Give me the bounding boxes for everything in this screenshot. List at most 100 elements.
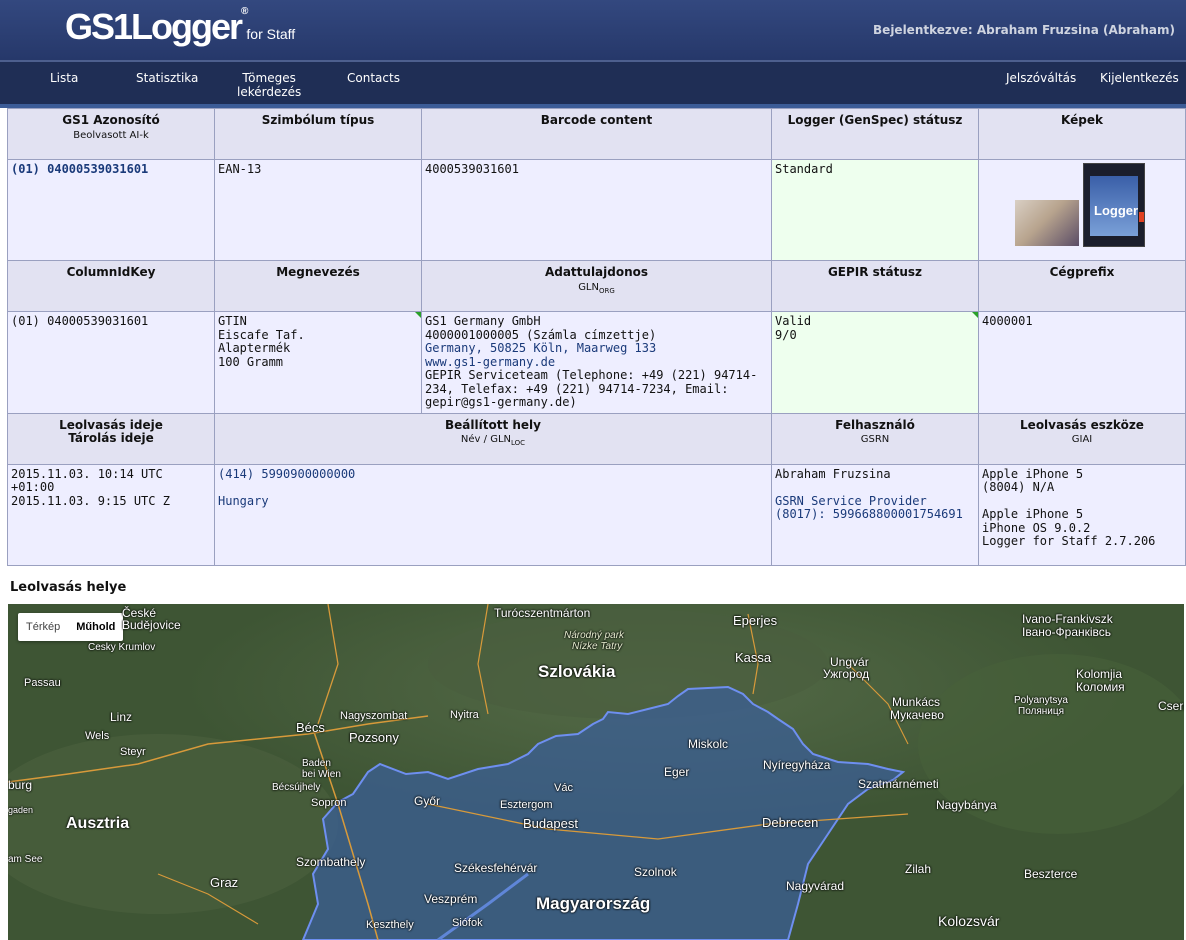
col-adattulajdonos: Adattulajdonos GLNORG	[421, 260, 772, 312]
nev-gln-text: Név / GLN	[460, 434, 511, 445]
device-line-5: iPhone OS 9.0.2	[982, 520, 1091, 535]
map-label-szolnok: Szolnok	[634, 865, 677, 879]
gs1-id-link[interactable]: (01) 04000539031601	[11, 162, 148, 176]
data-row-3: 2015.11.03. 10:14 UTC +01:00 2015.11.03. …	[7, 463, 1186, 566]
nav-statisztika[interactable]: Statisztika	[136, 71, 198, 85]
map-type-control: Térkép Műhold	[18, 613, 124, 641]
gepir-status-cell[interactable]: Valid 9/0	[771, 311, 979, 414]
map-label-polyanytsya-cyrillic: Поляниця	[1018, 706, 1065, 717]
barcode-cell: 4000539031601	[421, 159, 772, 261]
nav-kijelentkezes[interactable]: Kijelentkezés	[1100, 71, 1179, 85]
owner-address-link[interactable]: Germany, 50825 Köln, Maarweg 133	[425, 341, 656, 355]
nav-lista[interactable]: Lista	[50, 71, 78, 85]
map-label-eger: Eger	[664, 765, 690, 779]
map-label-amsee: am See	[8, 854, 43, 865]
owner-name: GS1 Germany GmbH	[425, 314, 541, 328]
beallitott-hely-label: Beállított hely	[445, 417, 541, 432]
location-gln-link[interactable]: (414) 5990900000000	[218, 467, 355, 481]
megnevezes-line-2: Eiscafe Taf.	[218, 327, 305, 342]
scan-time: 2015.11.03. 10:14 UTC +01:00	[11, 466, 163, 494]
user-cell: Abraham Fruzsina GSRN Service Provider (8…	[771, 463, 979, 566]
map-label-wels: Wels	[85, 730, 110, 742]
map-label-ivano-cyrillic: Івано-Франківсь	[1022, 625, 1112, 639]
col-logger-status: Logger (GenSpec) státusz	[771, 108, 979, 160]
nav-tomeges-lekerdezes[interactable]: Tömeges lekérdezés	[237, 71, 301, 99]
col-gs1-azonosito: GS1 Azonosító Beolvasott AI-k	[7, 108, 215, 160]
map-label-narodny-park: Národný park	[564, 630, 625, 641]
gln-org-sub: ORG	[599, 286, 615, 295]
tarolas-ideje-label: Tárolás ideje	[68, 431, 154, 445]
megnevezes-line-1: GTIN	[218, 314, 247, 328]
device-line-6: Logger for Staff 2.7.206	[982, 534, 1156, 548]
gln-loc-sub: LOC	[511, 439, 526, 447]
logo-registered-mark: ®	[241, 6, 249, 17]
thumbnail-accent	[1139, 212, 1144, 222]
map-label-gaden: gaden	[8, 805, 34, 815]
gsrn-label: GSRN	[860, 434, 890, 445]
map-type-muhold-button[interactable]: Műhold	[68, 613, 123, 641]
map-type-terkep-button[interactable]: Térkép	[18, 613, 68, 641]
map-label-beiwien: bei Wien	[302, 769, 341, 780]
map-label-baden: Baden	[302, 758, 331, 769]
map-label-veszprem: Veszprém	[424, 892, 478, 906]
col-leolvasas-ideje: Leolvasás ideje Tárolás ideje	[7, 412, 215, 465]
giai-label: GIAI	[1071, 434, 1093, 445]
gsrn-link[interactable]: GSRN Service Provider (8017): 5996688000…	[775, 494, 963, 522]
megnevezes-cell[interactable]: GTIN Eiscafe Taf. Alaptermék 100 Gramm	[214, 311, 422, 414]
gln-label: GLNORG	[578, 282, 615, 295]
map-label-budapest: Budapest	[523, 816, 578, 831]
location-name-link[interactable]: Hungary	[218, 494, 269, 508]
scan-location-map[interactable]: Térkép Műhold České Budějovice Cesky Kru…	[8, 604, 1184, 940]
map-label-nagybanya: Nagybánya	[936, 798, 997, 812]
nav-jelszovaltas[interactable]: Jelszóváltás	[1006, 71, 1076, 85]
map-label-siofok: Siófok	[452, 917, 483, 929]
header-row-2: ColumnIdKey Megnevezés Adattulajdonos GLN…	[7, 260, 1186, 312]
device-cell: Apple iPhone 5 (8004) N/A Apple iPhone 5 iP…	[978, 463, 1186, 566]
map-label-becs: Bécs	[296, 720, 325, 735]
map-label-nizke-tatry: Nízke Tatry	[572, 641, 623, 652]
map-label-graz: Graz	[210, 875, 239, 890]
owner-gln: 4000001000005 (Számla címzettje)	[425, 327, 657, 342]
thumbnail-logger-text: Logger	[1094, 203, 1139, 218]
nav-tomeges-line2: lekérdezés	[237, 85, 302, 99]
logger-status-cell: Standard	[771, 159, 979, 261]
nav-contacts[interactable]: Contacts	[347, 71, 400, 85]
map-label-szatmarnemeti: Szatmárnémeti	[858, 777, 939, 791]
location-cell: (414) 5990900000000 Hungary	[214, 463, 772, 566]
map-label-steyr: Steyr	[120, 746, 146, 758]
map-label-esztergom: Esztergom	[500, 799, 553, 811]
col-barcode-content: Barcode content	[421, 108, 772, 160]
map-label-nyitra: Nyitra	[450, 709, 479, 721]
nav-tomeges-line1: Tömeges	[242, 71, 296, 85]
photo-thumbnail-1[interactable]	[1015, 200, 1079, 246]
col-leolvasas-eszkoze: Leolvasás eszköze GIAI	[978, 412, 1186, 465]
timestamps-cell: 2015.11.03. 10:14 UTC +01:00 2015.11.03. …	[7, 463, 215, 566]
map-label-nagyvarad: Nagyvárad	[786, 879, 845, 893]
map-label-kolozsvar: Kolozsvár	[938, 913, 1000, 929]
gs1logger-logo[interactable]: GS1Logger® for Staff	[65, 6, 295, 48]
store-time: 2015.11.03. 9:15 UTC Z	[11, 493, 170, 508]
map-label-beszterce: Beszterce	[1024, 867, 1078, 881]
device-line-2: (8004) N/A	[982, 480, 1055, 494]
device-line-1: Apple iPhone 5	[982, 466, 1084, 481]
map-label-ungvar-cyrillic: Ужгород	[823, 667, 870, 681]
megnevezes-line-4: 100 Gramm	[218, 354, 284, 369]
map-label-cesky: Cesky Krumlov	[88, 642, 156, 653]
map-label-pozsony: Pozsony	[349, 730, 399, 745]
map-label-debrecen: Debrecen	[762, 815, 819, 830]
map-label-kolomija-cyrillic: Коломия	[1076, 680, 1125, 694]
map-label-munkacs-cyrillic: Мукачево	[890, 708, 944, 722]
map-label-passau: Passau	[24, 677, 61, 689]
logo-subtitle: for Staff	[246, 26, 296, 42]
photo-thumbnail-2[interactable]: Logger	[1083, 163, 1145, 247]
map-label-polyanytsya: Polyanytsya	[1014, 695, 1068, 706]
logo-main-text: GS1Logger	[65, 6, 243, 47]
owner-website-link[interactable]: www.gs1-germany.de	[425, 355, 555, 369]
adattulajdonos-label: Adattulajdonos	[544, 265, 649, 279]
device-line-4: Apple iPhone 5	[982, 507, 1084, 521]
gepir-count: 9/0	[775, 327, 797, 342]
data-row-1: (01) 04000539031601 EAN-13 4000539031601…	[7, 159, 1186, 261]
map-terrain	[8, 604, 1184, 940]
comment-indicator-icon	[415, 312, 421, 318]
owner-cell: GS1 Germany GmbH 4000001000005 (Számla cí…	[421, 311, 772, 414]
